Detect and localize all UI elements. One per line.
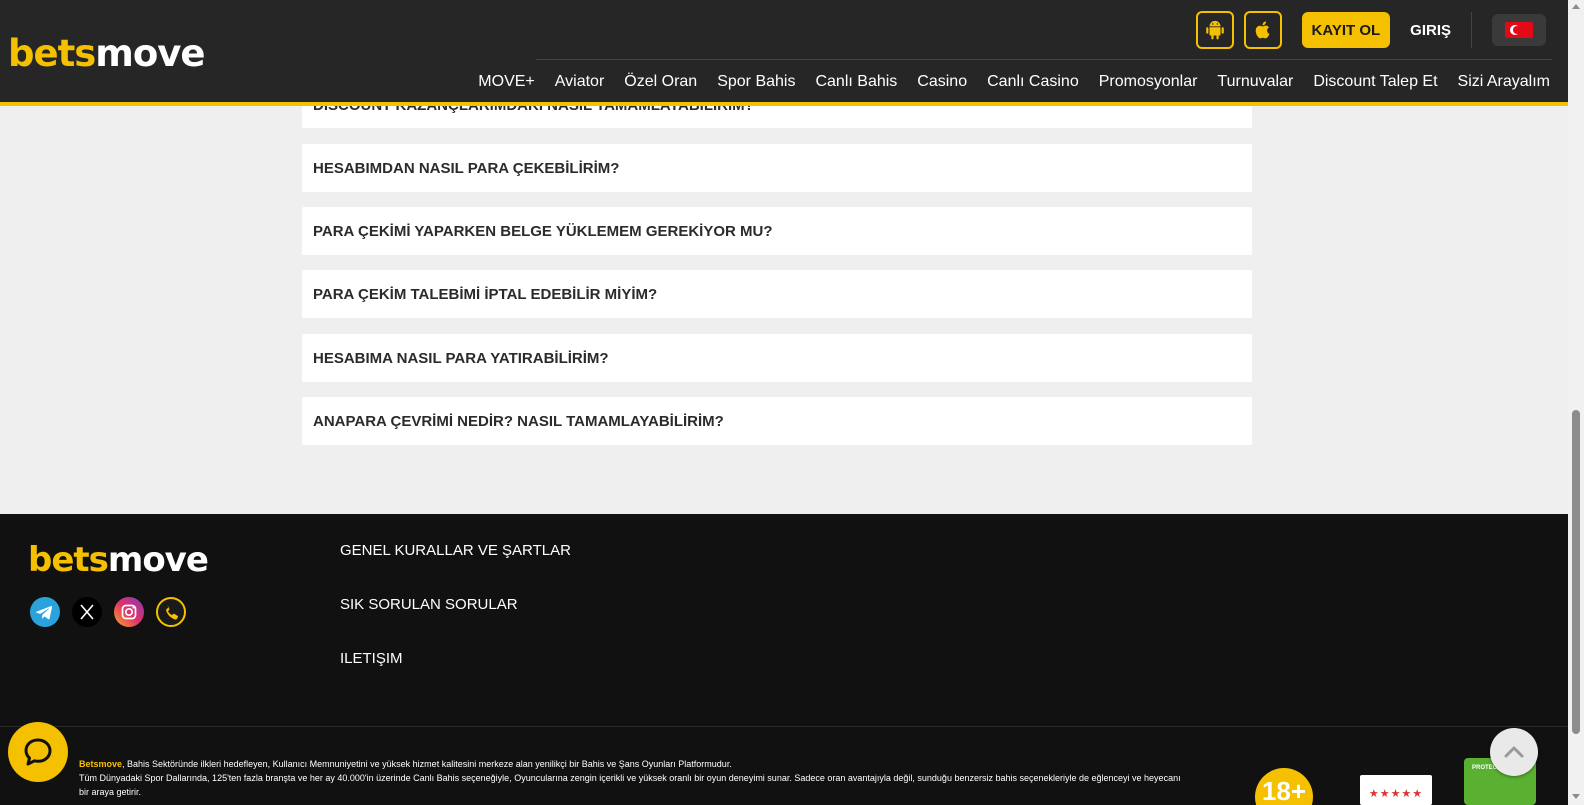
telegram-icon — [30, 597, 60, 627]
x-link[interactable] — [72, 597, 102, 627]
footer-divider — [0, 726, 1568, 727]
chat-bubble-icon — [24, 738, 52, 766]
faq-item[interactable]: PARA ÇEKİMİ YAPARKEN BELGE YÜKLEMEM GERE… — [302, 207, 1252, 255]
telegram-link[interactable] — [30, 597, 60, 627]
footer-about-text: Betsmove, Bahis Sektöründe ilkleri hedef… — [79, 757, 1209, 799]
nav-item-casino[interactable]: Casino — [917, 73, 967, 91]
phone-link[interactable] — [156, 597, 186, 627]
scroll-down-arrow-icon[interactable] — [1572, 794, 1580, 799]
language-selector[interactable] — [1492, 14, 1546, 46]
about-brand: Betsmove — [79, 759, 123, 769]
nav-item-discount-talep-et[interactable]: Discount Talep Et — [1313, 73, 1437, 91]
rating-badge: ★★★★★ — [1360, 775, 1432, 805]
about-line-1: Betsmove, Bahis Sektöründe ilkleri hedef… — [79, 759, 732, 769]
faq-item[interactable]: PARA ÇEKİM TALEBİMİ İPTAL EDEBİLİR MİYİM… — [302, 270, 1252, 318]
footer-link-rules[interactable]: GENEL KURALLAR VE ŞARTLAR — [340, 540, 571, 594]
x-icon — [72, 597, 102, 627]
site-footer: betsmove GENEL KURALLAR VE ŞARTLAR SIK S… — [0, 514, 1568, 805]
header-logo[interactable]: betsmove — [8, 32, 205, 76]
footer-link-faq[interactable]: SIK SORULAN SORULAR — [340, 594, 571, 648]
main-nav: MOVE+ Aviator Özel Oran Spor Bahis Canlı… — [458, 60, 1550, 104]
scrollbar-thumb[interactable] — [1572, 410, 1580, 734]
nav-item-move-plus[interactable]: MOVE+ — [478, 73, 534, 91]
about-line-3: bir araya getirir. — [79, 787, 142, 797]
social-links — [30, 597, 186, 627]
login-button[interactable]: GIRIŞ — [1390, 12, 1472, 48]
android-app-button[interactable] — [1195, 11, 1234, 49]
live-chat-button[interactable] — [8, 722, 68, 782]
ios-app-button[interactable] — [1243, 11, 1282, 49]
footer-links: GENEL KURALLAR VE ŞARTLAR SIK SORULAN SO… — [340, 540, 571, 702]
nav-item-canli-casino[interactable]: Canlı Casino — [987, 73, 1079, 91]
android-icon — [1205, 20, 1224, 40]
page-scrollbar[interactable] — [1568, 0, 1584, 805]
faq-item[interactable]: ANAPARA ÇEVRİMİ NEDİR? NASIL TAMAMLAYABİ… — [302, 397, 1252, 445]
nav-item-canli-bahis[interactable]: Canlı Bahis — [815, 73, 897, 91]
nav-item-spor-bahis[interactable]: Spor Bahis — [717, 73, 795, 91]
nav-item-promosyonlar[interactable]: Promosyonlar — [1099, 73, 1198, 91]
register-button[interactable]: KAYIT OL — [1301, 12, 1391, 48]
instagram-icon — [114, 597, 144, 627]
nav-item-aviator[interactable]: Aviator — [555, 73, 605, 91]
scroll-up-arrow-icon[interactable] — [1572, 4, 1580, 9]
footer-link-contact[interactable]: ILETIŞIM — [340, 648, 571, 702]
chevron-up-icon — [1504, 746, 1524, 758]
site-header: betsmove KAYIT OL GIRIŞ MOVE+ Aviator Öz… — [0, 0, 1568, 106]
apple-icon — [1255, 21, 1269, 39]
top-actions: KAYIT OL GIRIŞ — [1195, 11, 1546, 49]
nav-item-turnuvalar[interactable]: Turnuvalar — [1217, 73, 1293, 91]
phone-icon — [156, 597, 186, 627]
footer-logo[interactable]: betsmove — [28, 540, 209, 580]
turkey-flag-icon — [1505, 22, 1533, 38]
nav-item-ozel-oran[interactable]: Özel Oran — [624, 73, 697, 91]
scroll-to-top-button[interactable] — [1490, 728, 1538, 776]
page: betsmove KAYIT OL GIRIŞ MOVE+ Aviator Öz… — [0, 0, 1584, 805]
about-line-2: Tüm Dünyadaki Spor Dallarında, 125'ten f… — [79, 773, 1181, 783]
faq-item[interactable]: HESABIMDAN NASIL PARA ÇEKEBİLİRİM? — [302, 144, 1252, 192]
faq-item[interactable]: HESABIMA NASIL PARA YATIRABİLİRİM? — [302, 334, 1252, 382]
nav-item-sizi-arayalim[interactable]: Sizi Arayalım — [1458, 73, 1550, 91]
instagram-link[interactable] — [114, 597, 144, 627]
